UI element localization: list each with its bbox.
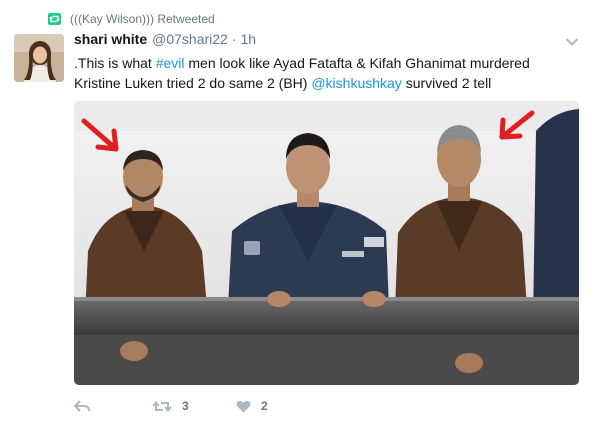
heart-icon <box>236 400 251 412</box>
reply-icon <box>74 400 90 412</box>
tweet-timestamp[interactable]: 1h <box>241 31 257 47</box>
like-button[interactable]: 2 <box>236 399 268 413</box>
reply-button[interactable] <box>74 400 152 412</box>
retweet-label[interactable]: (((Kay Wilson))) Retweeted <box>70 12 215 26</box>
avatar[interactable] <box>14 34 64 82</box>
tweet-actions: 3 2 <box>74 396 268 416</box>
retweet-action-icon <box>152 400 172 412</box>
chevron-down-icon[interactable] <box>565 34 579 46</box>
author-handle[interactable]: @07shari22 <box>152 31 228 47</box>
retweet-button[interactable]: 3 <box>152 399 236 413</box>
retweet-icon <box>48 13 61 25</box>
author-name[interactable]: shari white <box>74 31 147 47</box>
tweet-text-part: .This is what <box>74 55 156 71</box>
mention-link[interactable]: @kishkushkay <box>311 75 401 91</box>
tweet-text: .This is what #evil men look like Ayad F… <box>74 53 579 93</box>
tweet-photo[interactable] <box>74 101 579 385</box>
retweet-context: (((Kay Wilson))) Retweeted <box>48 11 215 27</box>
like-count: 2 <box>261 399 268 413</box>
tweet-text-part: survived 2 tell <box>401 75 492 91</box>
separator-dot: · <box>231 31 237 47</box>
tweet-card[interactable]: (((Kay Wilson))) Retweeted shari white @… <box>0 0 595 426</box>
hashtag-link[interactable]: #evil <box>156 55 185 71</box>
tweet-header: shari white @07shari22 · 1h <box>74 31 256 47</box>
retweet-count: 3 <box>182 399 189 413</box>
